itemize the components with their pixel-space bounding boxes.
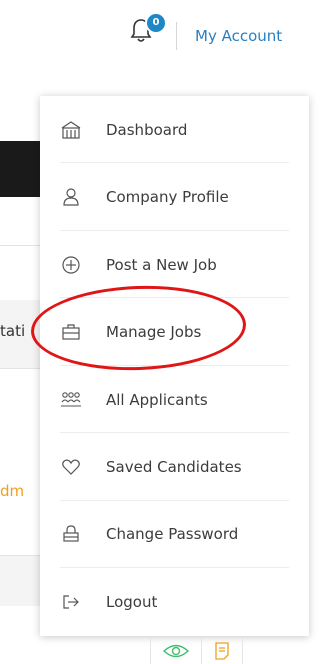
menu-divider [60, 432, 289, 433]
plus-circle-icon [60, 254, 82, 276]
notification-badge: 0 [145, 12, 167, 34]
menu-item-logout[interactable]: Logout [60, 578, 289, 626]
my-account-link[interactable]: My Account [195, 27, 282, 45]
menu-divider [60, 162, 289, 163]
notifications-button[interactable]: 0 [130, 12, 167, 48]
menu-divider [60, 500, 289, 501]
menu-item-change-password[interactable]: Change Password [60, 510, 289, 558]
menu-item-label: Post a New Job [106, 256, 217, 274]
menu-divider [60, 230, 289, 231]
background-partial-link: dm [0, 482, 25, 500]
menu-item-company-profile[interactable]: Company Profile [60, 173, 289, 221]
menu-item-label: Dashboard [106, 121, 188, 139]
menu-item-label: All Applicants [106, 391, 208, 409]
menu-item-label: Logout [106, 593, 158, 611]
menu-item-dashboard[interactable]: Dashboard [60, 106, 289, 154]
group-icon [60, 389, 82, 411]
document-icon [215, 641, 229, 660]
logout-icon [60, 591, 82, 613]
lock-icon [60, 523, 82, 545]
menu-item-label: Saved Candidates [106, 458, 242, 476]
user-icon [60, 186, 82, 208]
view-button[interactable] [150, 637, 201, 664]
eye-icon [163, 644, 189, 657]
heart-icon [60, 456, 82, 478]
edit-button[interactable] [201, 637, 243, 664]
header-separator [176, 22, 177, 50]
menu-item-label: Company Profile [106, 188, 229, 206]
row-actions [150, 637, 243, 664]
menu-item-post-new-job[interactable]: Post a New Job [60, 241, 289, 289]
dashboard-icon [60, 119, 82, 141]
menu-item-all-applicants[interactable]: All Applicants [60, 376, 289, 424]
menu-divider [60, 567, 289, 568]
menu-item-saved-candidates[interactable]: Saved Candidates [60, 443, 289, 491]
menu-item-label: Change Password [106, 525, 239, 543]
background-partial-text: tati [0, 322, 26, 340]
